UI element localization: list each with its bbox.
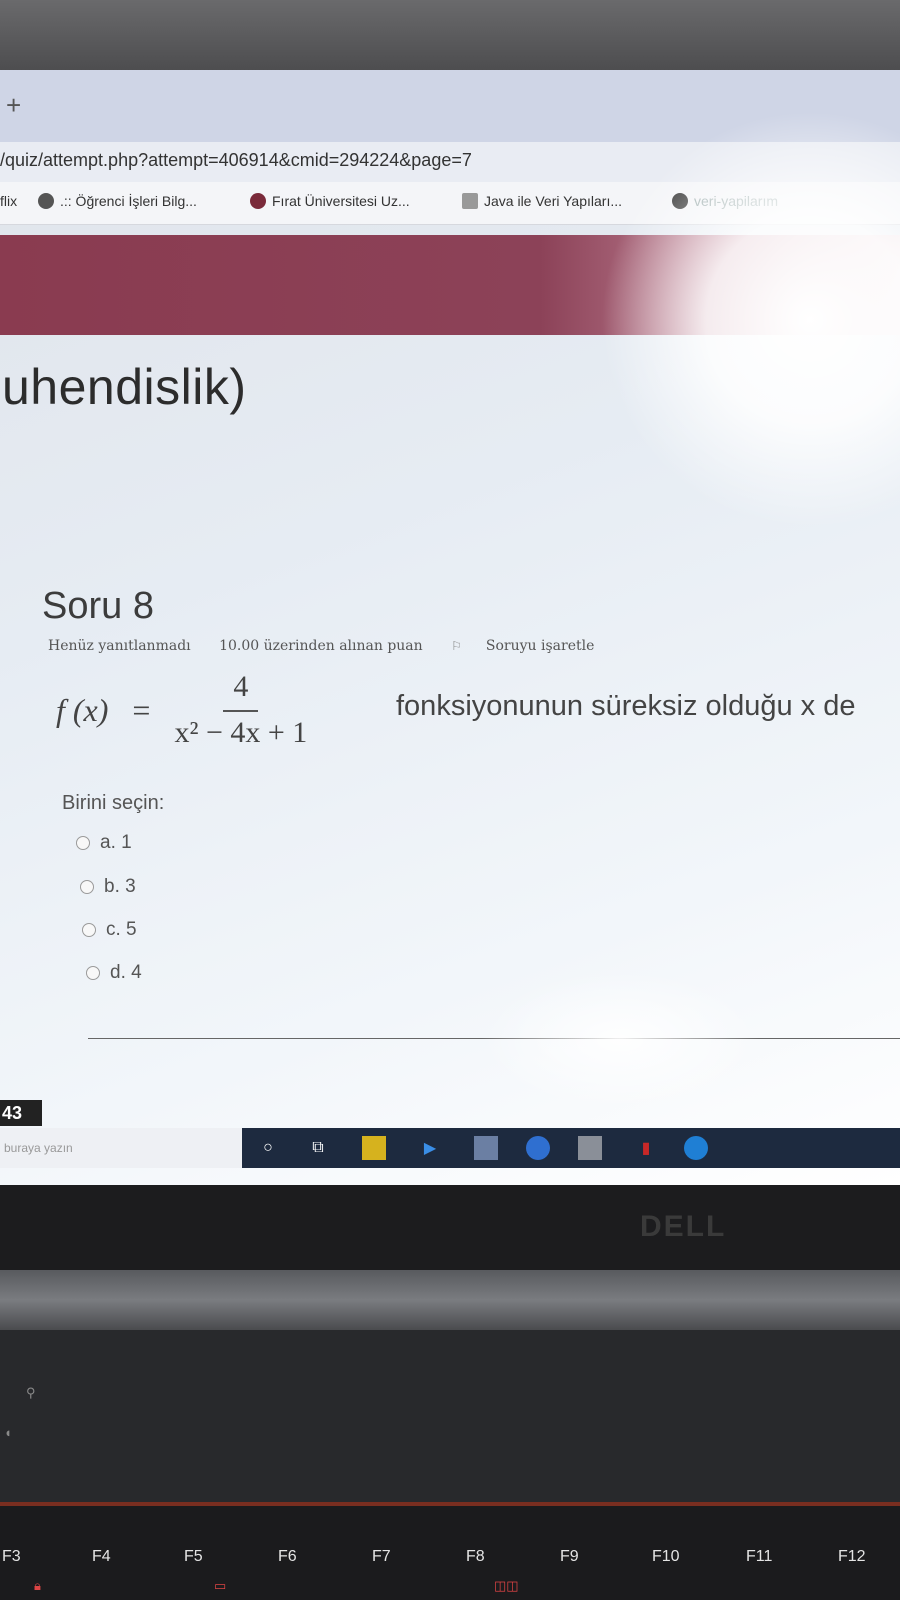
store-icon[interactable]: [578, 1136, 602, 1160]
key-f10[interactable]: F10: [652, 1548, 680, 1566]
option-label: b. 3: [104, 876, 136, 897]
laptop-bezel-bottom: [0, 1185, 900, 1270]
key-f11[interactable]: F11: [746, 1548, 772, 1566]
bookmark-ogrenci-isleri[interactable]: .:: Öğrenci İşleri Bilg...: [38, 193, 197, 209]
bookmark-netflix[interactable]: flix: [0, 193, 17, 209]
course-title: uhendislik): [2, 359, 247, 415]
clock-badge: 43: [0, 1100, 42, 1126]
question-points: 10.00 üzerinden alınan puan: [219, 638, 423, 654]
new-tab-button[interactable]: +: [6, 92, 21, 118]
url-text[interactable]: /quiz/attempt.php?attempt=406914&cmid=29…: [0, 150, 472, 171]
cortana-icon[interactable]: ○: [256, 1136, 280, 1160]
laptop-deck: ⚲ ◖: [0, 1330, 900, 1505]
choose-label: Birini seçin:: [62, 792, 165, 814]
question-status: Henüz yanıtlanmadı: [48, 638, 191, 654]
key-f5[interactable]: F5: [184, 1548, 203, 1566]
key-f4[interactable]: F4: [92, 1548, 111, 1566]
volume-icon: ◖: [4, 1425, 12, 1440]
globe-icon: [38, 193, 54, 209]
formula-fraction: 4 x² − 4x + 1: [174, 670, 307, 750]
monitor-bezel-top: [0, 0, 900, 78]
flag-question-label: Soruyu işaretle: [485, 638, 595, 654]
browser-tab-bar: +: [0, 70, 900, 142]
bookmark-label: flix: [0, 193, 18, 209]
projector-icon: ◫◫: [494, 1578, 519, 1593]
formula-lhs: f (x): [56, 691, 109, 728]
option-a[interactable]: a. 1: [76, 832, 132, 854]
formula-numerator: 4: [223, 670, 259, 712]
document-icon: [462, 193, 478, 209]
option-label: c. 5: [106, 919, 137, 940]
option-c[interactable]: c. 5: [82, 919, 137, 941]
option-b[interactable]: b. 3: [80, 876, 136, 898]
flag-question-link[interactable]: ⚐ Soruyu işaretle: [451, 638, 618, 654]
sticky-notes-icon[interactable]: [362, 1136, 386, 1160]
taskbar-search-input[interactable]: buraya yazın: [0, 1128, 242, 1168]
display-icon: ▭: [214, 1578, 227, 1593]
github-icon: [672, 193, 688, 209]
bookmark-java-veri-yapilari[interactable]: Java ile Veri Yapıları...: [462, 193, 622, 209]
formula-equals: =: [132, 691, 151, 728]
key-f6[interactable]: F6: [278, 1548, 297, 1566]
chrome-icon[interactable]: [526, 1136, 550, 1160]
task-view-icon[interactable]: ⧉: [306, 1136, 330, 1160]
taskbar-icons: ○ ⧉ ▶ ▮: [242, 1128, 900, 1168]
radio-button[interactable]: [86, 966, 100, 980]
bookmark-label: .:: Öğrenci İşleri Bilg...: [60, 193, 197, 209]
edge-icon[interactable]: [684, 1136, 708, 1160]
key-f7[interactable]: F7: [372, 1548, 391, 1566]
bookmarks-bar: flix .:: Öğrenci İşleri Bilg... Fırat Ün…: [0, 182, 900, 225]
radio-button[interactable]: [76, 836, 90, 850]
question-formula: f (x) = 4 x² − 4x + 1: [56, 670, 307, 750]
file-explorer-icon[interactable]: [474, 1136, 498, 1160]
question-title: Soru 8: [42, 585, 154, 627]
screen: + /quiz/attempt.php?attempt=406914&cmid=…: [0, 70, 900, 1185]
lock-icon: 🔒︎: [34, 1578, 41, 1593]
key-f3[interactable]: F3: [2, 1548, 21, 1566]
option-d[interactable]: d. 4: [86, 962, 142, 984]
bookmark-label: veri-yapilarım: [694, 193, 779, 209]
course-banner: [0, 235, 900, 335]
wireless-icon: ⚲: [26, 1385, 36, 1400]
app-icon[interactable]: ▶: [418, 1136, 442, 1160]
bookmark-veri-yapilari[interactable]: veri-yapilarım: [672, 193, 778, 209]
university-icon: [250, 193, 266, 209]
taskbar: buraya yazın ○ ⧉ ▶ ▮: [0, 1128, 900, 1168]
app-red-icon[interactable]: ▮: [634, 1136, 658, 1160]
flag-icon: ⚐: [451, 639, 462, 653]
separator: [88, 1038, 900, 1039]
question-info: Henüz yanıtlanmadı 10.00 üzerinden alına…: [48, 638, 642, 654]
bookmark-label: Java ile Veri Yapıları...: [484, 193, 622, 209]
bookmark-firat-universitesi[interactable]: Fırat Üniversitesi Uz...: [250, 193, 410, 209]
address-bar[interactable]: /quiz/attempt.php?attempt=406914&cmid=29…: [0, 142, 900, 182]
option-label: d. 4: [110, 962, 142, 983]
question-text: fonksiyonunun süreksiz olduğu x de: [396, 690, 856, 722]
bookmark-label: Fırat Üniversitesi Uz...: [272, 193, 410, 209]
screen-glare-small: [480, 970, 760, 1110]
formula-denominator: x² − 4x + 1: [174, 716, 308, 749]
key-f9[interactable]: F9: [560, 1548, 579, 1566]
key-f12[interactable]: F12: [838, 1548, 866, 1566]
radio-button[interactable]: [80, 880, 94, 894]
key-f8[interactable]: F8: [466, 1548, 485, 1566]
laptop-hinge: [0, 1270, 900, 1330]
brand-logo: DELL: [640, 1210, 727, 1243]
radio-button[interactable]: [82, 923, 96, 937]
option-label: a. 1: [100, 832, 132, 853]
